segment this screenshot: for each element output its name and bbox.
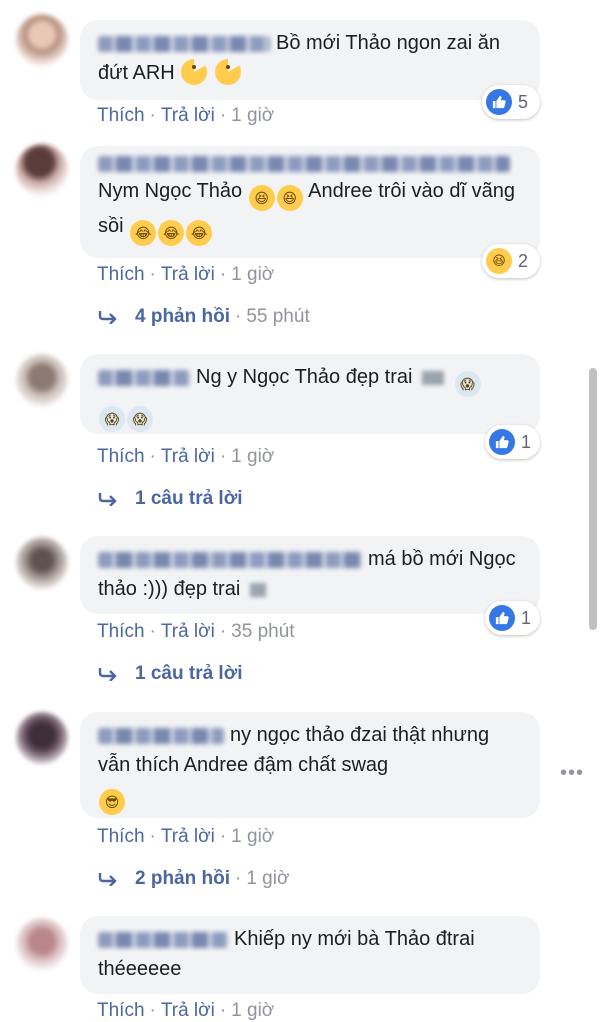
- comment-actions: Thích · Trả lời · 1 giờ: [97, 264, 275, 285]
- commenter-name-blurred[interactable]: [98, 35, 270, 52]
- replies-count: 4 phản hồi: [135, 306, 230, 327]
- commenter-name-blurred[interactable]: [98, 369, 190, 386]
- comment-bubble: má bồ mới Ngọc thảo :))) đẹp trai: [80, 536, 540, 614]
- avatar[interactable]: [16, 712, 68, 764]
- replies-count: 1 câu trả lời: [135, 488, 243, 509]
- reply-arrow-icon: [98, 667, 117, 681]
- reply-arrow-icon: [98, 492, 117, 506]
- reaction-summary[interactable]: 5: [482, 85, 540, 119]
- like-link[interactable]: Thích: [97, 826, 145, 847]
- comment-text: Ng y Ngọc Thảo đẹp trai: [196, 366, 413, 388]
- reply-link[interactable]: Trả lời: [161, 446, 215, 467]
- like-link[interactable]: Thích: [97, 105, 145, 126]
- reaction-count: 1: [521, 431, 532, 452]
- tears-of-joy-emoji: 😂: [130, 220, 157, 246]
- laughing-emoji: 😆: [248, 185, 275, 211]
- reply-link[interactable]: Trả lời: [161, 826, 215, 847]
- laughing-emoji: 😆: [276, 185, 303, 211]
- reply-link[interactable]: Trả lời: [161, 1000, 215, 1021]
- reply-arrow-icon: [98, 872, 117, 886]
- screaming-face-emoji: 😱: [454, 371, 481, 397]
- timestamp[interactable]: 1 giờ: [231, 264, 274, 285]
- comment-actions: Thích · Trả lời · 35 phút: [97, 621, 295, 642]
- timestamp[interactable]: 1 giờ: [231, 826, 274, 847]
- screaming-face-emoji: 😱: [99, 406, 125, 432]
- avatar[interactable]: [16, 537, 68, 589]
- like-link[interactable]: Thích: [97, 621, 145, 642]
- view-replies-link[interactable]: 4 phản hồi · 55 phút: [97, 306, 310, 328]
- like-icon: [489, 605, 515, 631]
- reply-timestamp: 55 phút: [246, 306, 310, 327]
- replies-count: 2 phản hồi: [135, 868, 230, 889]
- reaction-count: 2: [518, 250, 529, 271]
- view-replies-link[interactable]: 1 câu trả lời: [97, 663, 243, 685]
- scrollbar[interactable]: [589, 368, 597, 630]
- comment-actions: Thích · Trả lời · 1 giờ: [97, 105, 275, 126]
- timestamp[interactable]: 1 giờ: [231, 1000, 274, 1021]
- reaction-summary[interactable]: 1: [485, 601, 540, 635]
- reaction-count: 5: [518, 91, 529, 112]
- view-replies-link[interactable]: 2 phản hồi · 1 giờ: [97, 868, 289, 890]
- reaction-count: 1: [521, 607, 532, 628]
- pacman-emoji: [181, 59, 208, 85]
- avatar[interactable]: [16, 354, 68, 406]
- avatar[interactable]: [16, 144, 68, 196]
- commenter-name-blurred[interactable]: [98, 551, 362, 568]
- avatar[interactable]: [16, 918, 68, 970]
- like-icon: [486, 89, 512, 115]
- avatar[interactable]: [16, 14, 68, 66]
- comment-bubble: ny ngọc thảo đzai thật nhưng vẫn thích A…: [80, 712, 540, 818]
- comment-bubble: Bồ mới Thảo ngon zai ăn đứt ARH: [80, 20, 540, 100]
- timestamp[interactable]: 35 phút: [231, 621, 294, 642]
- reply-timestamp: 1 giờ: [246, 868, 290, 889]
- comment-bubble: Khiếp ny mới bà Thảo đtrai théeeeee: [80, 916, 540, 994]
- comment-actions: Thích · Trả lời · 1 giờ: [97, 1000, 275, 1021]
- like-link[interactable]: Thích: [97, 446, 145, 467]
- reaction-summary[interactable]: 😆 2: [482, 244, 540, 278]
- reply-link[interactable]: Trả lời: [161, 264, 215, 285]
- comment-bubble: Nym Ngọc Thảo 😆 😆 Andree trôi vào dĩ vãng…: [80, 146, 540, 258]
- haha-icon: 😆: [486, 248, 512, 274]
- sunglasses-face-emoji: 😎: [99, 789, 125, 815]
- timestamp[interactable]: 1 giờ: [231, 446, 274, 467]
- reaction-summary[interactable]: 1: [485, 425, 540, 459]
- tears-of-joy-emoji: 😂: [158, 220, 185, 246]
- more-options-icon[interactable]: •••: [560, 762, 584, 785]
- commenter-name-blurred[interactable]: [98, 931, 228, 948]
- pacman-emoji: [214, 59, 241, 85]
- like-icon: [489, 429, 515, 455]
- comment-actions: Thích · Trả lời · 1 giờ: [97, 446, 275, 467]
- comment-actions: Thích · Trả lời · 1 giờ: [97, 826, 275, 847]
- screaming-face-emoji: 😱: [127, 406, 153, 432]
- like-link[interactable]: Thích: [97, 1000, 145, 1021]
- comment-text: Nym Ngọc Thảo: [98, 180, 243, 202]
- commenter-name-blurred[interactable]: [98, 727, 224, 744]
- commenter-name-blurred[interactable]: [98, 156, 510, 172]
- comment-bubble: Ng y Ngọc Thảo đẹp trai 😱 😱 😱: [80, 354, 540, 434]
- view-replies-link[interactable]: 1 câu trả lời: [97, 488, 243, 510]
- blurred-content: [249, 582, 266, 597]
- reply-arrow-icon: [98, 310, 117, 324]
- tears-of-joy-emoji: 😂: [186, 220, 213, 246]
- replies-count: 1 câu trả lời: [135, 663, 243, 684]
- like-link[interactable]: Thích: [97, 264, 145, 285]
- reply-link[interactable]: Trả lời: [161, 105, 215, 126]
- timestamp[interactable]: 1 giờ: [231, 105, 274, 126]
- blurred-content: [421, 370, 444, 385]
- reply-link[interactable]: Trả lời: [161, 621, 215, 642]
